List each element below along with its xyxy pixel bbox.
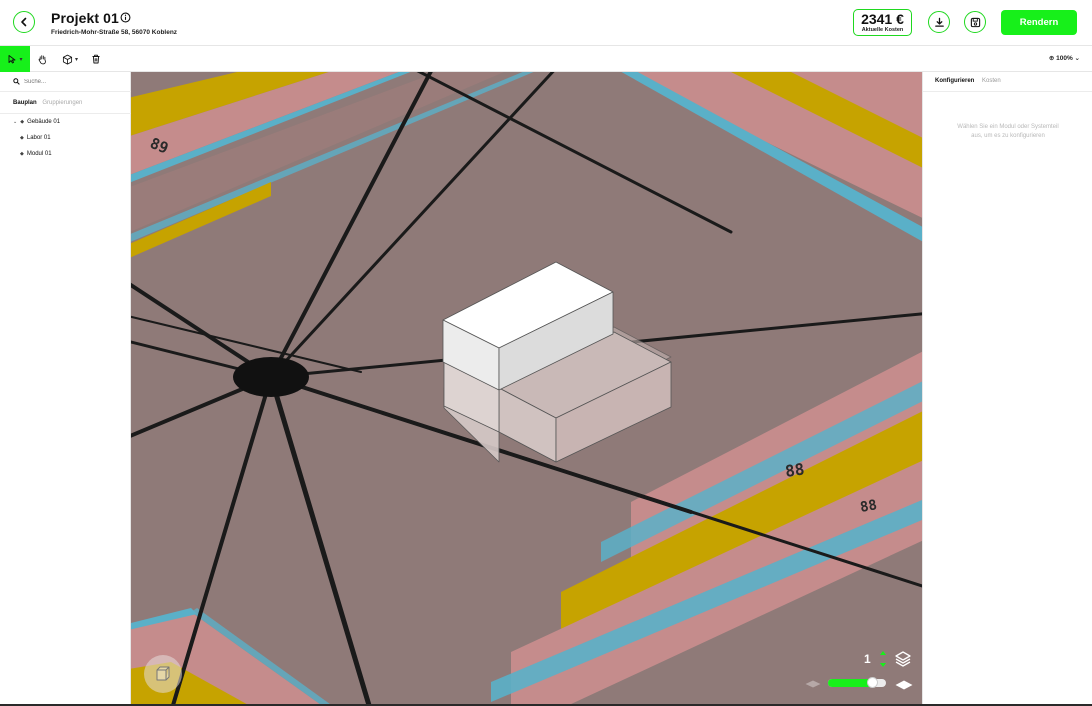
zoom-icon: ⊕ <box>1048 55 1055 62</box>
empty-selection-hint: Wählen Sie ein Modul oder Systemteil aus… <box>957 124 1059 139</box>
tree-item-label: Gebäude 01 <box>27 119 61 125</box>
download-button[interactable] <box>928 11 950 33</box>
arrow-up-icon <box>880 651 886 655</box>
back-button[interactable] <box>13 11 35 33</box>
lab-icon: ◆ <box>20 135 24 141</box>
module-tool-button[interactable]: ▾ <box>58 46 82 72</box>
right-tabs: Konfigurieren Kosten <box>935 78 1007 84</box>
search-input[interactable] <box>24 78 124 85</box>
survey-point <box>233 357 309 397</box>
svg-text:88: 88 <box>859 497 878 516</box>
zoom-control[interactable]: ⊕ 100% ⌄ <box>1049 54 1080 62</box>
save-button[interactable] <box>964 11 986 33</box>
floor-stepper[interactable] <box>879 650 887 668</box>
arrow-down-icon <box>880 663 886 667</box>
cube-icon <box>62 54 73 64</box>
cost-value: 2341 € <box>861 11 904 27</box>
chevron-down-icon: ▾ <box>19 56 23 63</box>
hand-icon <box>38 54 46 64</box>
slider-thumb[interactable] <box>867 677 878 688</box>
select-icon <box>9 55 16 64</box>
tab-bauplan[interactable]: Bauplan <box>13 100 37 106</box>
info-icon[interactable] <box>120 12 131 23</box>
chevron-down-icon: ⌄ <box>1074 55 1080 62</box>
left-sidebar: Bauplan Gruppierungen ⌄ ◆ Gebäude 01 ◆ L… <box>0 72 131 706</box>
tree-item-modul[interactable]: ◆ Modul 01 <box>20 151 52 157</box>
tab-konfigurieren[interactable]: Konfigurieren <box>935 78 974 84</box>
3d-viewport[interactable]: 89 88 88 1 <box>131 72 922 706</box>
tree-item-labor[interactable]: ◆ Labor 01 <box>20 135 51 141</box>
svg-text:88: 88 <box>784 459 806 480</box>
render-button[interactable]: Rendern <box>1001 10 1077 35</box>
zoom-label: 100% <box>1056 55 1073 62</box>
cost-display[interactable]: 2341 € Aktuelle Kosten <box>853 9 912 36</box>
cost-label: Aktuelle Kosten <box>861 27 904 33</box>
floor-count: 1 <box>864 652 871 666</box>
search-bar <box>0 72 131 92</box>
building-icon: ◆ <box>20 119 25 125</box>
section-slider[interactable] <box>828 677 886 688</box>
toolbar: ▾ ▾ ⊕ 100% ⌄ <box>0 46 1092 72</box>
download-icon <box>934 17 944 27</box>
tab-kosten[interactable]: Kosten <box>982 78 1001 84</box>
cube-icon <box>156 666 170 681</box>
chevron-down-icon: ▾ <box>74 56 78 63</box>
search-icon <box>13 78 20 85</box>
tree-item-label: Labor 01 <box>26 135 51 141</box>
divider <box>0 113 131 114</box>
module-icon: ◆ <box>20 151 24 157</box>
chevron-left-icon <box>21 17 27 27</box>
save-icon <box>970 17 980 27</box>
site-map: 89 88 88 <box>131 72 922 706</box>
chevron-down-icon[interactable]: ⌄ <box>13 119 17 125</box>
tree-item-label: Modul 01 <box>26 151 52 157</box>
divider <box>923 91 1092 92</box>
tree-item-gebaeude[interactable]: ⌄ ◆ Gebäude 01 <box>13 119 60 125</box>
slider-fill <box>828 679 872 687</box>
header: Projekt 01 Friedrich-Mohr-Straße 58, 560… <box>0 0 1092 46</box>
tab-gruppierungen[interactable]: Gruppierungen <box>42 100 82 106</box>
project-address: Friedrich-Mohr-Straße 58, 56070 Koblenz <box>51 29 178 36</box>
pan-tool-button[interactable] <box>33 46 51 72</box>
project-title: Projekt 01 <box>51 10 119 26</box>
right-sidebar: Konfigurieren Kosten Wählen Sie ein Modu… <box>922 72 1092 706</box>
plane-low-icon[interactable] <box>805 680 821 688</box>
trash-icon <box>92 54 100 64</box>
select-tool-button[interactable]: ▾ <box>0 46 30 72</box>
plane-high-icon[interactable] <box>895 680 913 690</box>
view-cube-button[interactable] <box>144 655 182 693</box>
left-tabs: Bauplan Gruppierungen <box>13 100 86 106</box>
delete-tool-button[interactable] <box>88 46 104 72</box>
layers-icon[interactable] <box>894 650 912 668</box>
